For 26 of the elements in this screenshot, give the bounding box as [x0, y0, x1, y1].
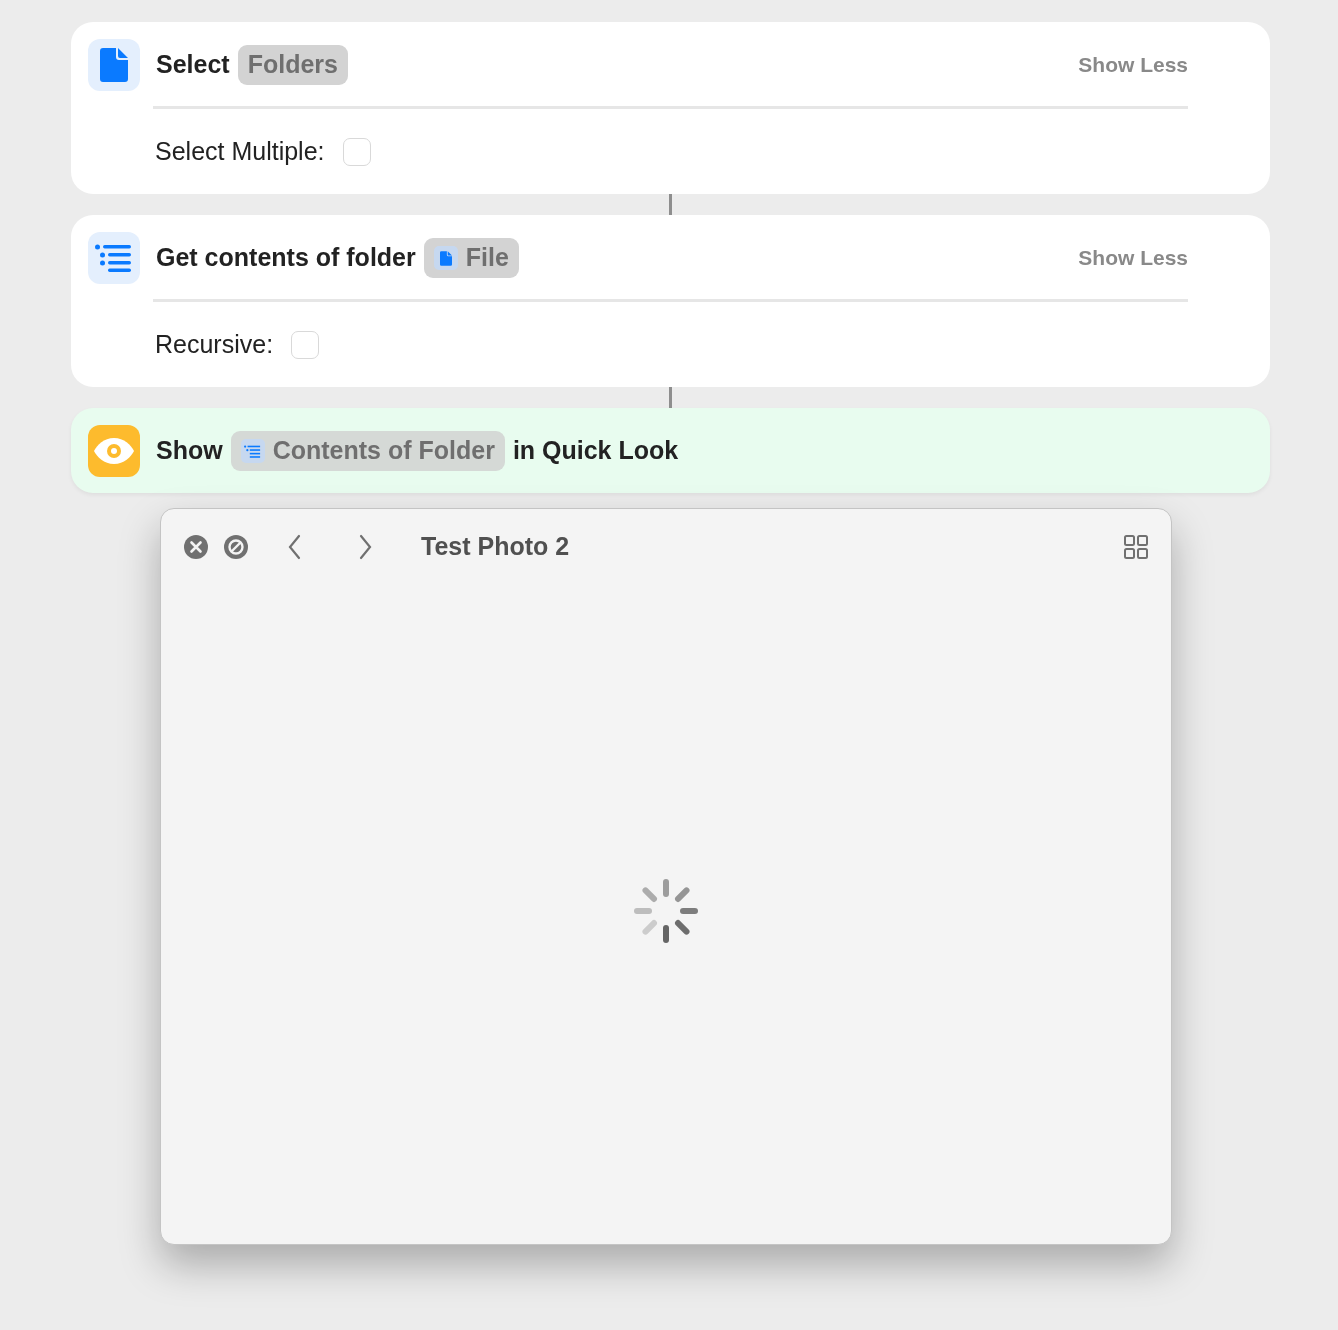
window-title: Test Photo 2 [421, 531, 571, 563]
show-less-button[interactable]: Show Less [1078, 49, 1188, 81]
action-title: Select [156, 49, 230, 81]
document-icon [88, 39, 140, 91]
action-title: in Quick Look [512, 435, 679, 467]
connector-line [669, 387, 672, 408]
action-title: Get contents of folder [156, 242, 416, 274]
action-title: Show [156, 435, 223, 467]
forward-icon[interactable] [357, 534, 373, 560]
back-icon[interactable] [287, 534, 303, 560]
no-entry-icon[interactable] [223, 534, 249, 560]
option-label: Select Multiple: [155, 135, 325, 167]
close-icon[interactable] [183, 534, 209, 560]
checkbox[interactable] [342, 137, 371, 166]
list-icon [88, 232, 140, 284]
connector-line [669, 194, 672, 215]
document-icon [433, 246, 458, 270]
eye-icon [88, 425, 140, 477]
checkbox[interactable] [291, 330, 320, 359]
grid-icon[interactable] [1123, 534, 1149, 560]
show-less-button[interactable]: Show Less [1078, 242, 1188, 274]
option-label: Recursive: [155, 328, 274, 360]
parameter-token[interactable]: Folders [237, 45, 348, 85]
parameter-token[interactable]: Contents of Folder [230, 431, 505, 471]
list-icon [240, 439, 265, 463]
parameter-token[interactable]: File [423, 238, 519, 278]
